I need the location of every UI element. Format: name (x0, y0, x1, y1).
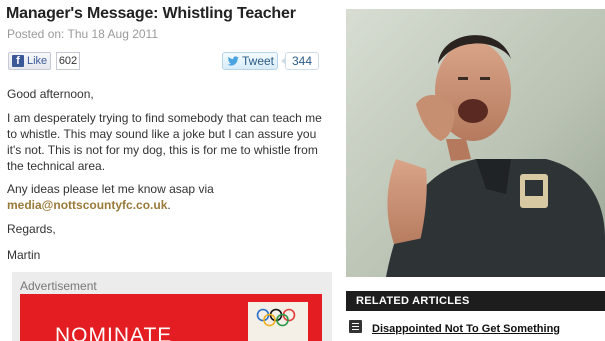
related-article-link[interactable]: Disappointed Not To Get Something (372, 323, 560, 335)
contact-request-text: Any ideas please let me know asap via (7, 182, 214, 196)
tweet-label: Tweet (242, 54, 275, 68)
ad-banner[interactable]: NOMINATE (20, 294, 322, 341)
manager-photo (346, 9, 605, 277)
related-articles-heading: RELATED ARTICLES (346, 291, 605, 311)
facebook-like-button[interactable]: f Like (8, 52, 51, 70)
email-link[interactable]: media@nottscountyfc.co.uk (7, 198, 167, 212)
tweet-button[interactable]: Tweet (222, 52, 278, 70)
body-paragraph: I am desperately trying to find somebody… (7, 111, 322, 173)
like-count: 602 (56, 52, 80, 70)
article-column: Manager's Message: Whistling Teacher Pos… (0, 0, 340, 341)
contact-request: Any ideas please let me know asap via me… (7, 181, 214, 213)
signoff: Regards, (7, 222, 56, 236)
article-title: Manager's Message: Whistling Teacher (6, 5, 296, 22)
contact-request-end: . (167, 198, 171, 212)
greeting: Good afternoon, (7, 87, 94, 101)
signature: Martin (7, 248, 41, 262)
like-label: Like (27, 55, 48, 67)
posted-date: Posted on: Thu 18 Aug 2011 (7, 27, 159, 41)
facebook-icon: f (12, 55, 24, 67)
ad-logo-panel (248, 302, 308, 341)
advertisement-box: Advertisement NOMINATE (12, 272, 332, 341)
ad-banner-text: NOMINATE (55, 324, 173, 341)
twitter-bird-icon (227, 56, 239, 66)
olympic-rings-icon (256, 308, 296, 327)
advertisement-label: Advertisement (20, 279, 97, 293)
tweet-count: 344 (281, 52, 319, 70)
manager-photo-image (346, 9, 605, 277)
article-icon (349, 320, 362, 333)
